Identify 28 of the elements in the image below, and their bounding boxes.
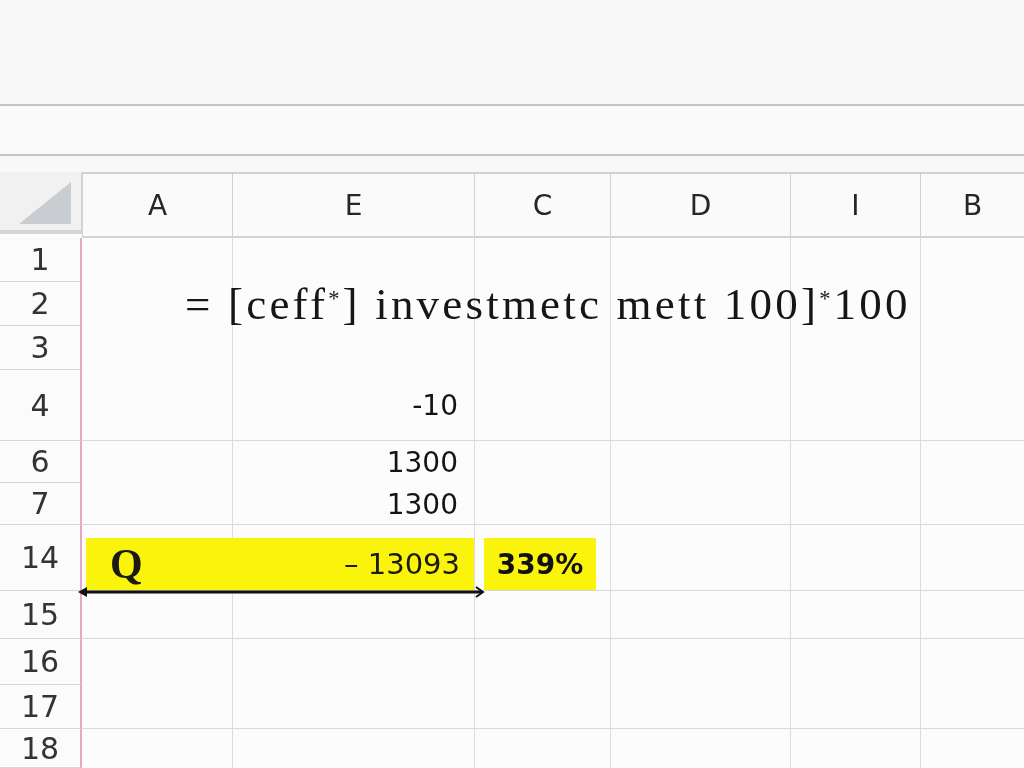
formula-text: = [ceff$^{*}$] investmetc mett 100]$^{*}$100 (185, 282, 911, 326)
row-header[interactable]: 17 (0, 685, 82, 729)
select-all-button[interactable] (0, 172, 82, 234)
row-header[interactable]: 1 (0, 238, 82, 282)
result-cell: 339% (484, 538, 596, 590)
row-header[interactable]: 6 (0, 441, 82, 483)
row-header[interactable]: 2 (0, 282, 82, 326)
row-header[interactable]: 3 (0, 326, 82, 370)
column-header[interactable]: I (790, 172, 920, 238)
double-arrow-icon (78, 586, 486, 598)
row-header[interactable]: 14 (0, 525, 82, 591)
row-header[interactable]: 15 (0, 591, 82, 639)
row-header[interactable]: 7 (0, 483, 82, 525)
cell-value: – 13093 (344, 547, 460, 581)
cell-label: Q (110, 540, 143, 588)
column-header[interactable]: B (920, 172, 1024, 238)
cell-value: 1300 (386, 487, 458, 521)
formula-bar[interactable] (0, 104, 1024, 156)
column-header[interactable]: A (82, 172, 232, 238)
column-header[interactable]: C (474, 172, 610, 238)
column-header[interactable]: D (610, 172, 790, 238)
row-header[interactable]: 18 (0, 729, 82, 768)
row-header[interactable]: 16 (0, 639, 82, 685)
cell-value: -10 (412, 389, 458, 422)
row-header[interactable]: 4 (0, 370, 82, 441)
column-header[interactable]: E (232, 172, 474, 238)
triangle-icon (19, 182, 71, 224)
cell-value: 1300 (386, 445, 458, 479)
